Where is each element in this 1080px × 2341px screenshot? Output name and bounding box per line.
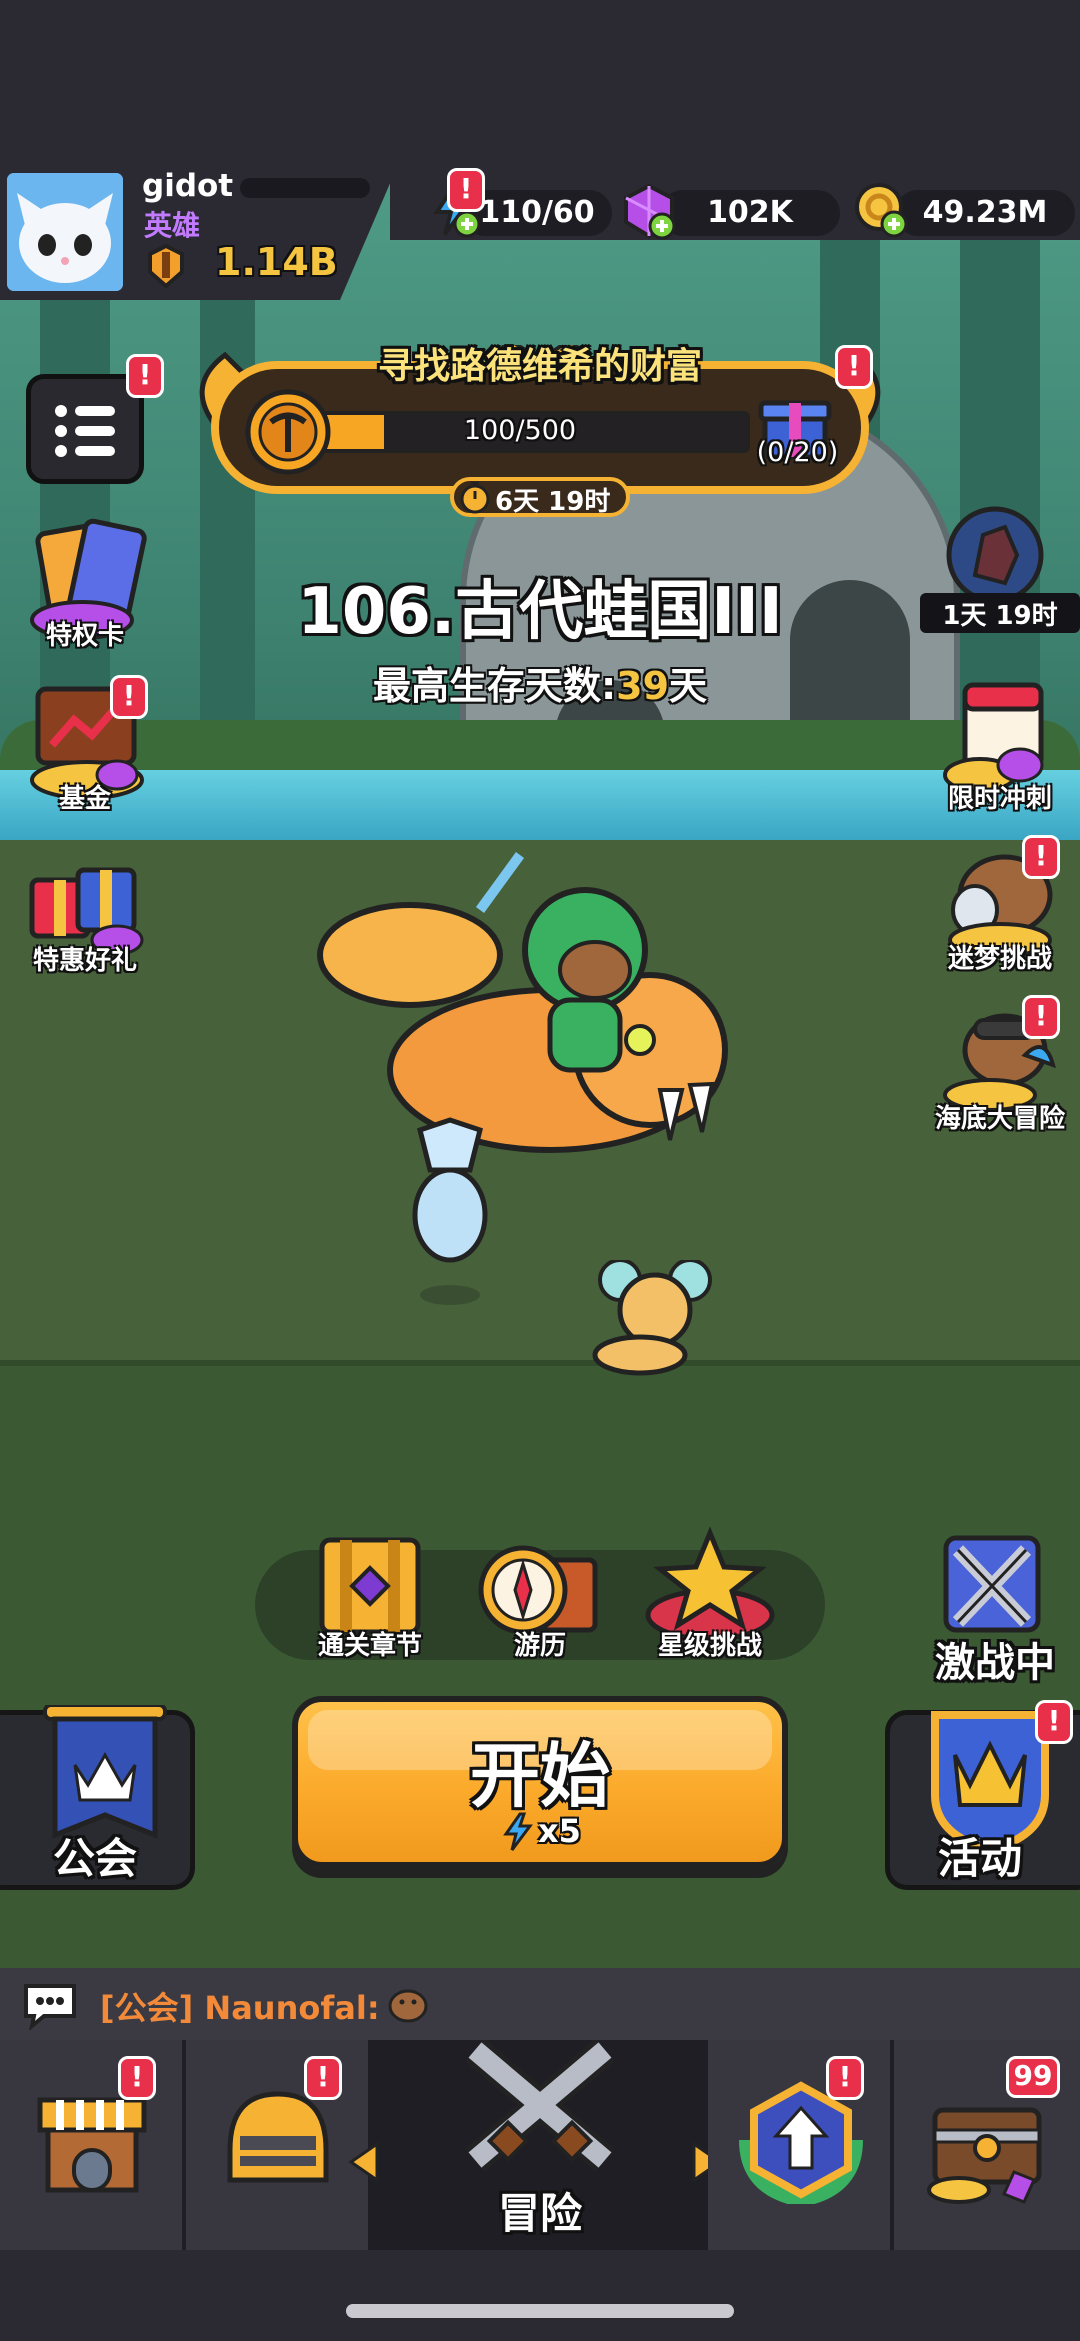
nav-treasure[interactable]: 99	[894, 2040, 1080, 2250]
treasure-chest-icon	[927, 2107, 1042, 2204]
gold-counter: 49.23M	[895, 190, 1075, 236]
shop-alert-badge: !	[118, 2056, 156, 2100]
chapter-clear-label: 通关章节	[317, 1631, 422, 1661]
capybara-emoji-icon	[388, 1989, 428, 2023]
best-days-unit: 天	[669, 664, 708, 708]
upgrade-alert-badge: !	[826, 2056, 864, 2100]
undersea-label: 海底大冒险	[934, 1104, 1065, 1134]
special-gift-label: 特惠好礼	[32, 946, 137, 976]
guild-button[interactable]: 公会	[0, 1705, 195, 1890]
sword	[475, 852, 525, 913]
list-menu-icon	[55, 405, 115, 457]
name-bar	[240, 178, 370, 198]
home-indicator[interactable]	[346, 2304, 734, 2318]
energy-cost-icon	[503, 1812, 533, 1851]
seasonal-event-button[interactable]: 1天 19时	[920, 505, 1080, 633]
gem-icon	[624, 183, 676, 240]
nav-adventure-label: 冒险	[497, 2189, 582, 2238]
chat-sender: Naunofal:	[204, 1989, 380, 2027]
event-alert-badge: !	[835, 345, 873, 389]
dark-crystal-icon	[946, 506, 1044, 604]
dream-challenge-label: 迷梦挑战	[947, 944, 1052, 974]
mouse-pet	[592, 1260, 712, 1376]
player-power: 1.14B	[215, 240, 338, 284]
nav-equipment[interactable]: !	[186, 2040, 372, 2250]
battle-status-button[interactable]: 激战中	[910, 1530, 1080, 1686]
energy-alert-badge: !	[447, 168, 485, 212]
dream-challenge-button[interactable]: 迷梦挑战 !	[915, 835, 1080, 975]
star-challenge-label: 星级挑战	[657, 1631, 762, 1661]
power-helmet-icon	[148, 243, 184, 289]
privilege-card-label: 特权卡	[45, 621, 124, 651]
chat-message: [公会] Naunofal:	[100, 1983, 380, 2029]
capybara-face	[558, 940, 632, 1000]
fund-alert-badge: !	[110, 675, 148, 719]
pickaxe-medal-icon	[245, 389, 331, 475]
event-title: 寻找路德维希的财富	[377, 346, 702, 387]
treasure-count-badge: 99	[1006, 2056, 1060, 2098]
start-label: 开始	[470, 1735, 610, 1817]
menu-alert-badge: !	[126, 354, 164, 398]
fund-button[interactable]: 基金 !	[0, 675, 170, 815]
stopwatch-icon	[460, 481, 490, 514]
hero-party	[317, 852, 728, 1305]
limited-sprint-label: 限时冲刺	[947, 784, 1052, 814]
event-banner[interactable]: 寻找路德维希的财富 100/500 (0/20) 6天 19时 !	[195, 345, 885, 517]
stage-best-record: 最高生存天数:39天	[280, 655, 800, 710]
chat-bar[interactable]: [公会] Naunofal:	[0, 1968, 1080, 2040]
chat-bubble-icon	[24, 1984, 76, 2030]
equipment-alert-badge: !	[304, 2056, 342, 2100]
avatar-creature-icon	[7, 173, 123, 291]
privilege-card-button[interactable]: 特权卡	[0, 515, 170, 655]
journey-button[interactable]: 游历	[465, 1530, 615, 1670]
tiger-eye	[624, 1024, 656, 1056]
event-progress-text: 100/500	[463, 415, 577, 446]
gems-counter: 102K	[660, 190, 840, 236]
nav-shop[interactable]: !	[0, 2040, 186, 2250]
treasure-gate-icon	[319, 1537, 421, 1635]
status-area	[0, 0, 1080, 160]
events-label: 活动	[937, 1834, 1022, 1883]
journey-label: 游历	[513, 1631, 566, 1661]
guild-label: 公会	[52, 1834, 137, 1883]
rider-body	[547, 997, 623, 1073]
beast-mount-back	[317, 902, 503, 1008]
undersea-alert-badge: !	[1022, 995, 1060, 1039]
stage-title: 106.古代蛙国III	[297, 575, 783, 649]
chat-channel: [公会]	[100, 1989, 194, 2027]
events-alert-badge: !	[1035, 1700, 1073, 1744]
undersea-adventure-button[interactable]: 海底大冒险 !	[915, 995, 1080, 1135]
chapter-clear-button[interactable]: 通关章节	[295, 1530, 445, 1670]
ice-crown	[417, 1117, 483, 1173]
event-timer: 6天 19时	[495, 487, 611, 517]
dream-alert-badge: !	[1022, 835, 1060, 879]
gold-coin-icon	[855, 183, 908, 238]
fund-label: 基金	[58, 784, 111, 814]
crossed-swords-shield-icon	[943, 1535, 1041, 1633]
event-chest-count: (0/20)	[756, 437, 839, 468]
best-label: 最高生存天数:	[372, 664, 617, 708]
battle-status-label: 激战中	[935, 1640, 1055, 1686]
player-avatar[interactable]	[2, 168, 128, 296]
start-button[interactable]: 开始 x5	[292, 1696, 788, 1868]
shadow	[420, 1285, 480, 1305]
star-challenge-button[interactable]: 星级挑战	[635, 1525, 785, 1670]
special-gift-button[interactable]: 特惠好礼	[0, 840, 170, 980]
nav-adventure[interactable]: 冒险	[348, 2040, 723, 2250]
limited-sprint-button[interactable]: 限时冲刺	[915, 675, 1080, 815]
player-name: gidot	[142, 168, 234, 204]
ice-fairy	[412, 1167, 488, 1263]
crossed-swords-icon	[465, 2040, 615, 2172]
best-days-value: 39	[616, 664, 670, 708]
nav-upgrade[interactable]: !	[708, 2040, 894, 2250]
chevron-left-icon	[348, 2141, 379, 2183]
player-rank: 英雄	[144, 209, 201, 242]
start-cost: x5	[538, 1812, 581, 1850]
seasonal-timer: 1天 19时	[942, 601, 1058, 631]
